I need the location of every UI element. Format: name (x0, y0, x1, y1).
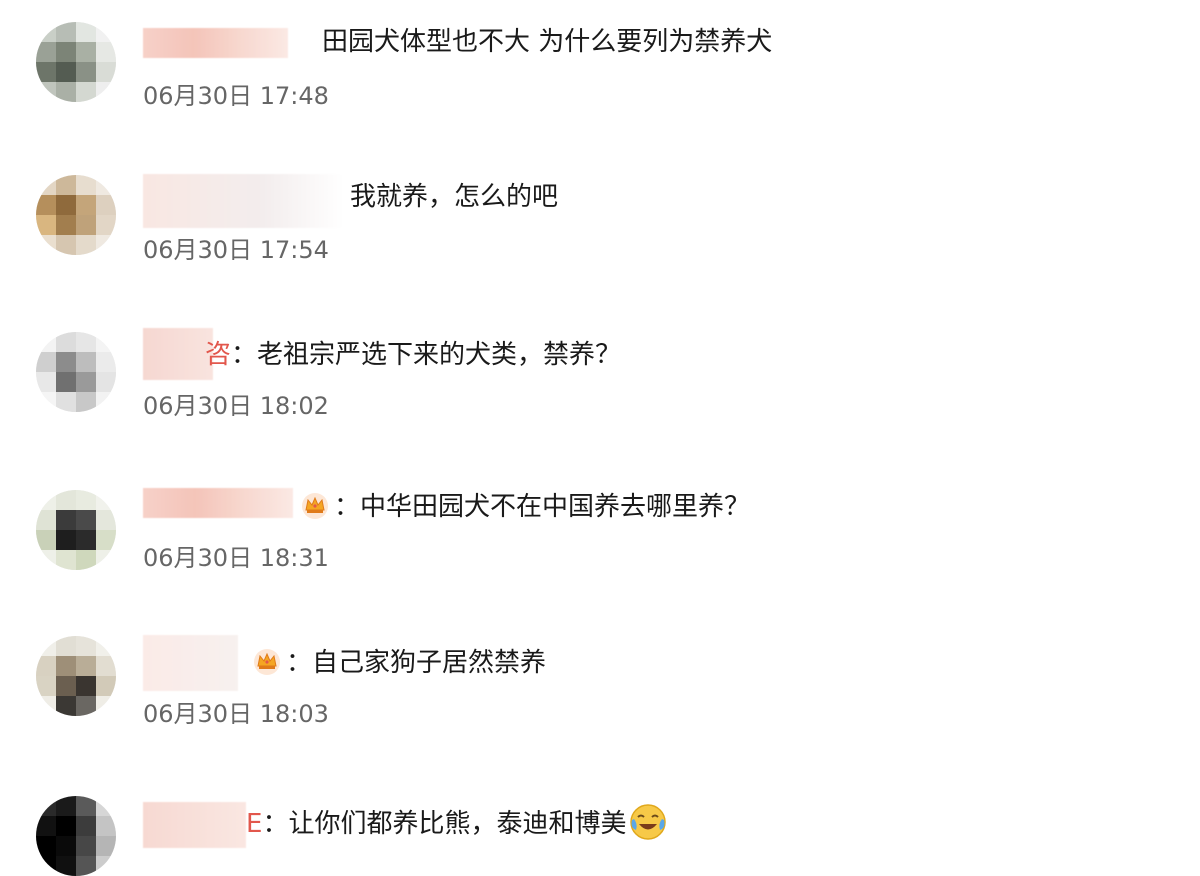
username-blurred[interactable] (143, 635, 238, 691)
avatar[interactable] (36, 490, 116, 570)
username-blurred[interactable] (143, 488, 293, 518)
comment-text: 咨：老祖宗严选下来的犬类，禁养？ (205, 340, 622, 370)
username-tail[interactable]: 咨 (205, 340, 231, 370)
username-blurred[interactable] (143, 328, 213, 380)
comment-item: 我就养，怎么的吧 06月30日 17:54 (0, 150, 1200, 300)
comment-text: ：自己家狗子居然禁养 (252, 646, 546, 678)
avatar[interactable] (36, 22, 116, 102)
timestamp: 06月30日 18:31 (143, 544, 329, 572)
comment-item: 咨：老祖宗严选下来的犬类，禁养？ 06月30日 18:02 (0, 300, 1200, 450)
comment-text: ：中华田园犬不在中国养去哪里养？ (300, 490, 750, 522)
username-blurred[interactable] (143, 174, 343, 228)
comment-text: 我就养，怎么的吧 (350, 182, 559, 212)
comment-item: ：中华田园犬不在中国养去哪里养？ 06月30日 18:31 (0, 450, 1200, 600)
comment-item: ：自己家狗子居然禁养 06月30日 18:03 (0, 600, 1200, 750)
timestamp: 06月30日 18:02 (143, 392, 329, 420)
avatar[interactable] (36, 332, 116, 412)
username-blurred[interactable] (143, 802, 246, 848)
laughing-crying-emoji-icon (630, 804, 667, 840)
timestamp: 06月30日 17:48 (143, 82, 329, 110)
comment-text: 田园犬体型也不大 为什么要列为禁养犬 (322, 27, 773, 57)
crown-icon (302, 493, 328, 519)
avatar[interactable] (36, 175, 116, 255)
timestamp: 06月30日 17:54 (143, 236, 329, 264)
crown-icon (254, 649, 280, 675)
username-tail[interactable]: E (246, 809, 262, 839)
username-blurred[interactable] (143, 28, 288, 58)
avatar[interactable] (36, 636, 116, 716)
comment-text: E：让你们都养比熊，泰迪和博美 (246, 802, 668, 842)
timestamp: 06月30日 18:03 (143, 700, 329, 728)
comment-item: 田园犬体型也不大 为什么要列为禁养犬 06月30日 17:48 (0, 0, 1200, 150)
comment-item: E：让你们都养比熊，泰迪和博美 (0, 750, 1200, 876)
avatar[interactable] (36, 796, 116, 876)
